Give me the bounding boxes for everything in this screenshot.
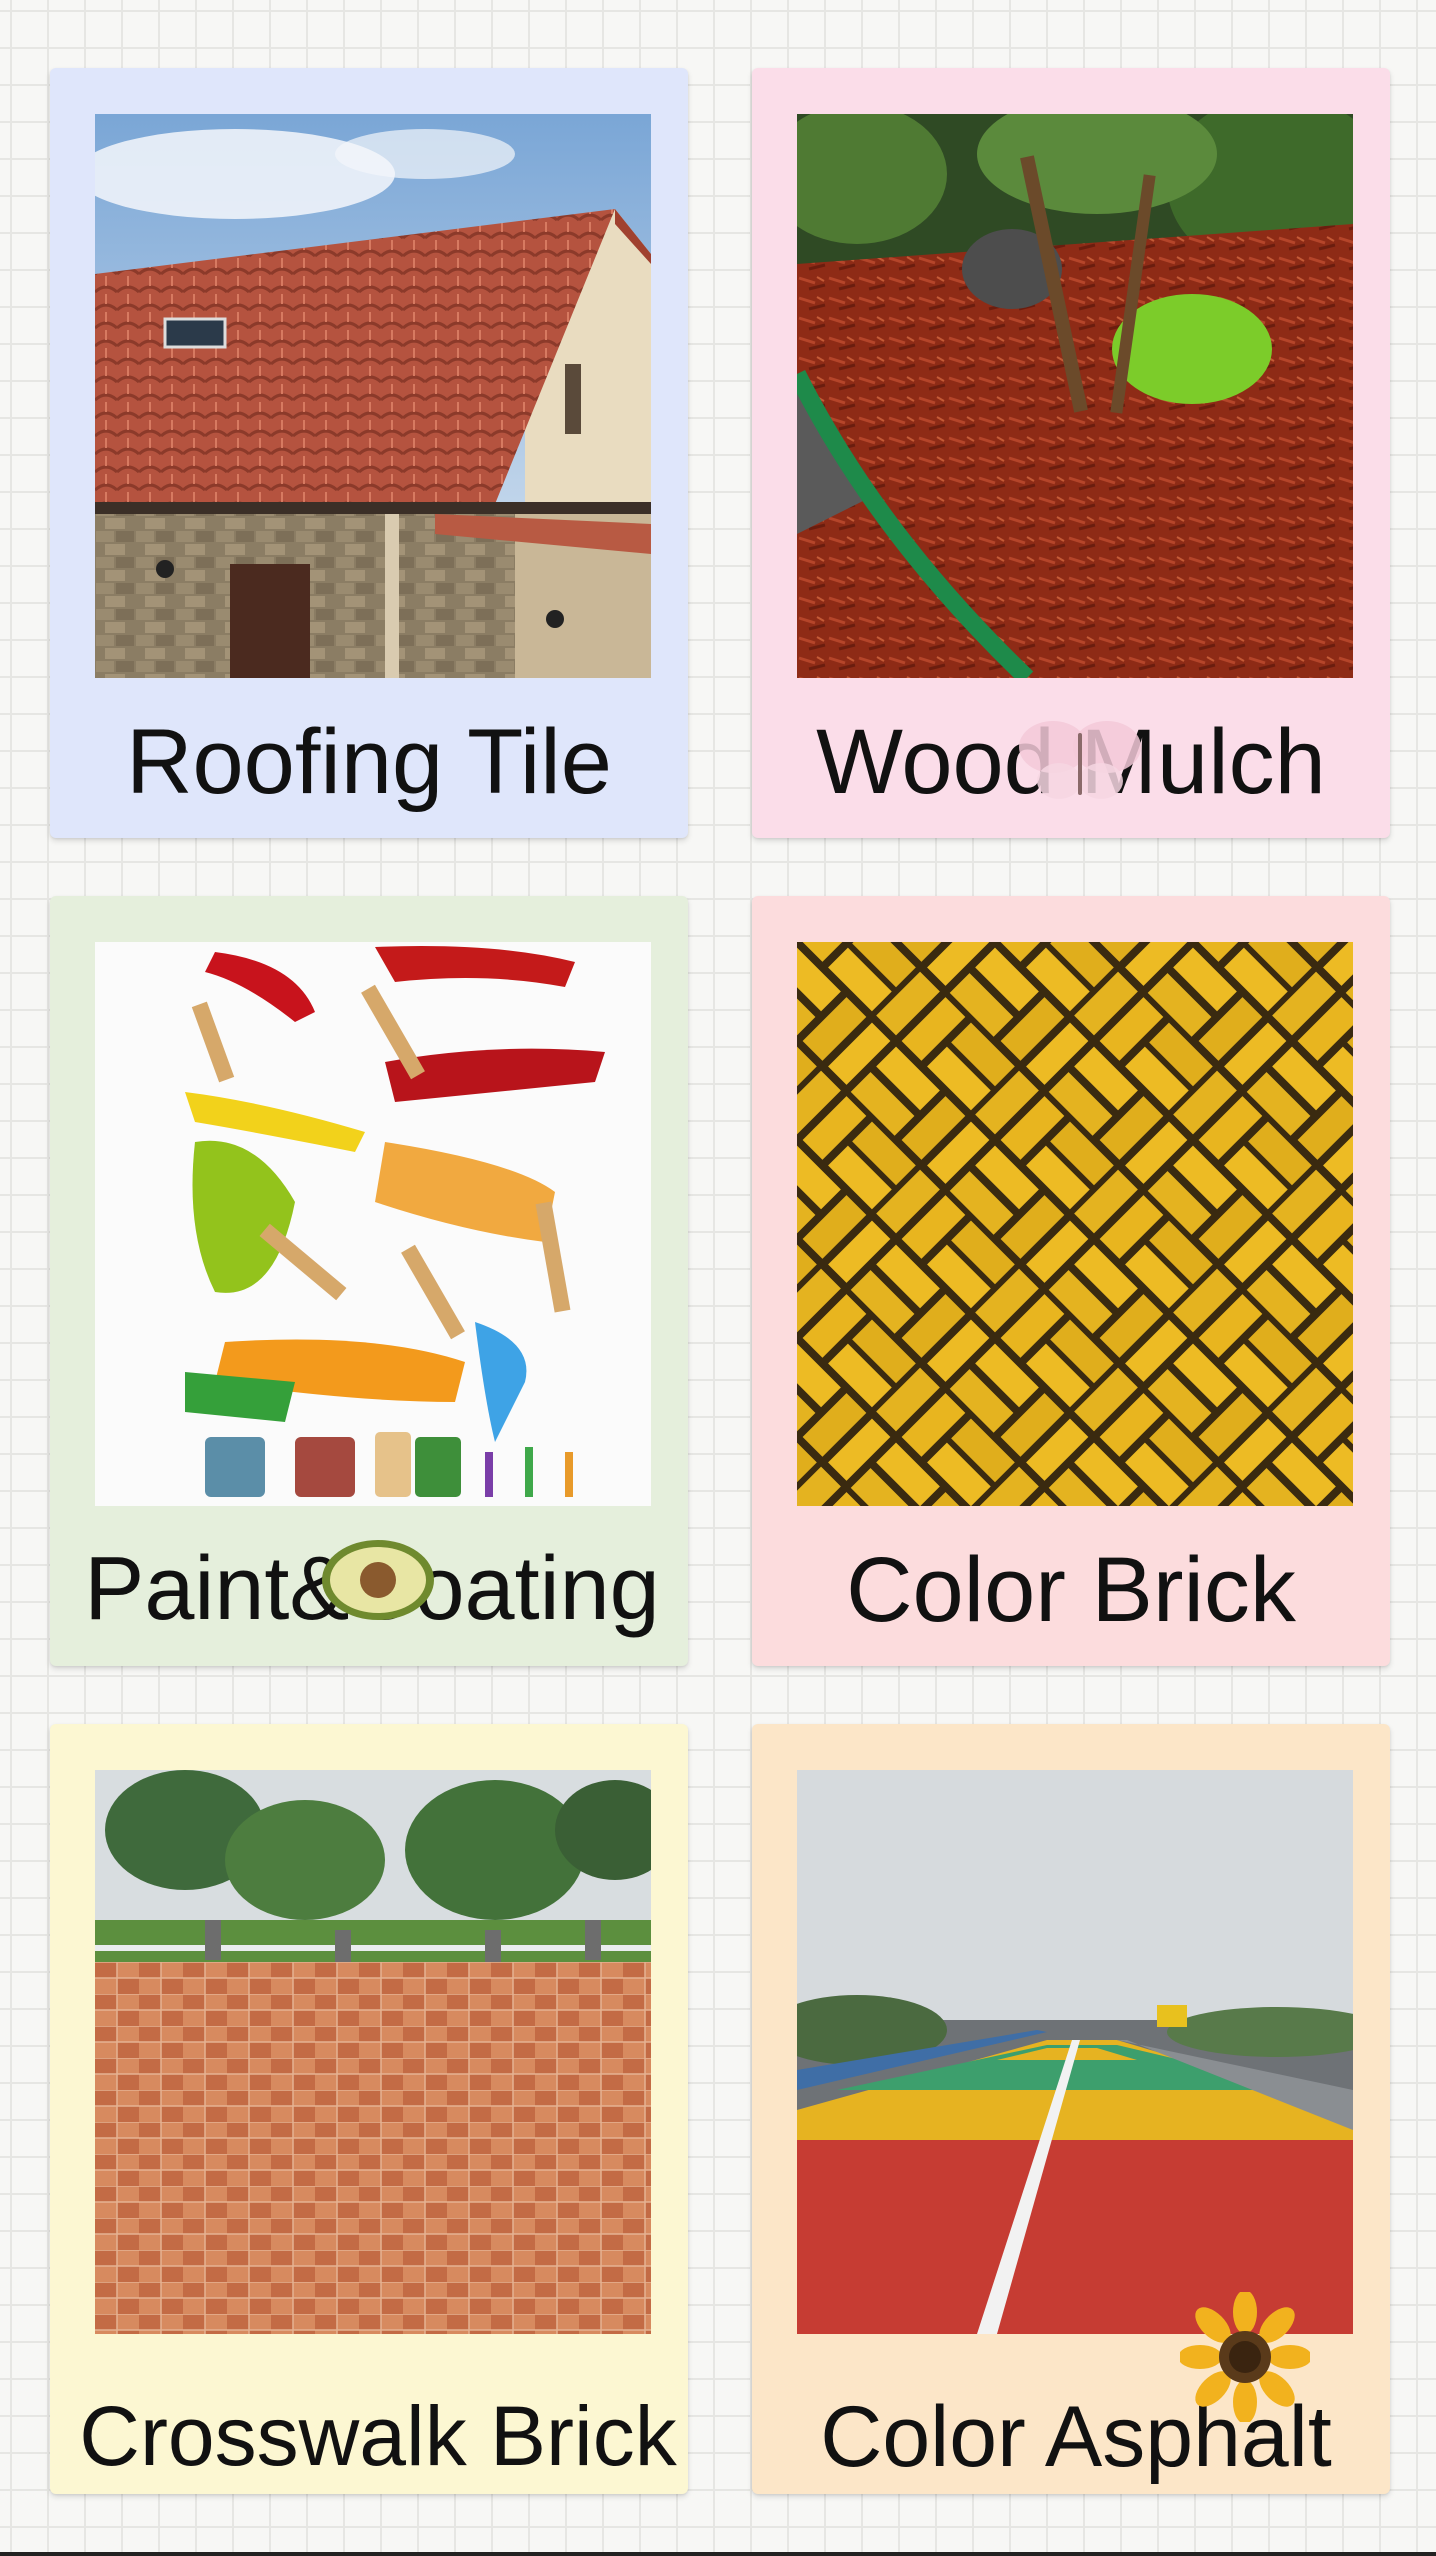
sunflower-icon xyxy=(1180,2292,1310,2422)
butterfly-icon xyxy=(1019,721,1141,799)
crosswalk-brick-photo xyxy=(95,1770,651,2334)
card-title: Crosswalk Brick xyxy=(79,2389,677,2483)
bottom-divider xyxy=(0,2552,1436,2556)
card-title: Color Brick xyxy=(846,1539,1296,1641)
paint-coating-photo xyxy=(95,942,651,1506)
color-brick-photo xyxy=(797,942,1353,1506)
card-title: Roofing Tile xyxy=(126,711,612,813)
wood-mulch-photo xyxy=(797,114,1353,678)
color-asphalt-photo xyxy=(797,1770,1353,2334)
avocado-icon xyxy=(322,1540,434,1620)
card-roofing-tile[interactable]: Roofing Tile xyxy=(50,68,688,838)
card-color-brick[interactable]: Color Brick xyxy=(752,896,1390,1666)
roofing-tile-photo xyxy=(95,114,651,678)
card-crosswalk-brick[interactable]: Crosswalk Brick xyxy=(50,1724,688,2494)
